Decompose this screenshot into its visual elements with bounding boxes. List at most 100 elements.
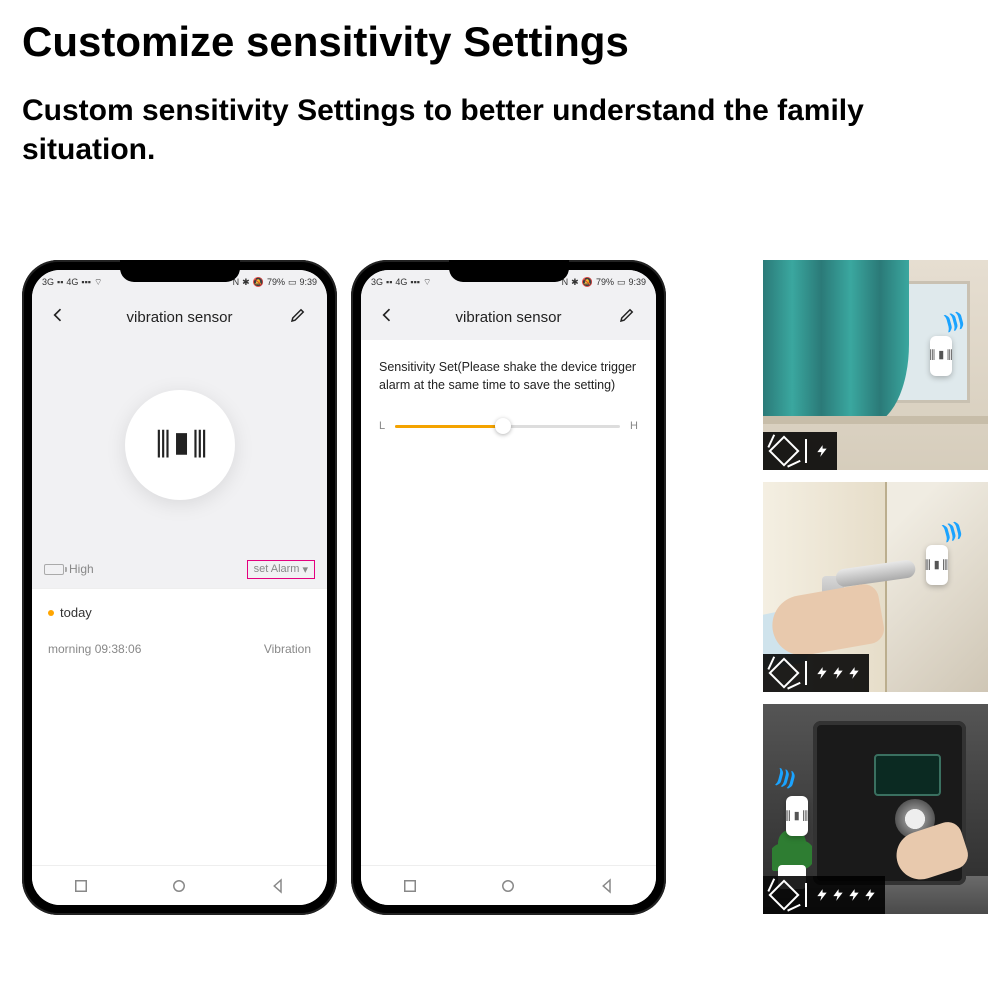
signal-waves-icon: ⦘⦘⦘: [941, 518, 964, 543]
sensor-device-icon: ⦀▮⦀: [930, 336, 952, 376]
event-log: today morning 09:38:06 Vibration: [32, 588, 327, 865]
slider-track[interactable]: [395, 425, 620, 428]
sensitivity-slider[interactable]: L H: [379, 420, 638, 432]
clock: 9:39: [299, 277, 317, 287]
bolt-group: [815, 440, 829, 462]
phone-notch: [449, 260, 569, 282]
status-signal-1: ▪▪: [386, 277, 392, 287]
scenario-door: ⦀▮⦀ ⦘⦘⦘: [763, 482, 988, 692]
battery-icon: [44, 564, 64, 575]
battery-status-icon: ▭: [617, 277, 626, 288]
status-signal-2: ▪▪▪: [410, 277, 420, 287]
app-header: vibration sensor: [361, 294, 656, 340]
log-row: morning 09:38:06 Vibration: [32, 628, 327, 670]
status-signal-1: ▪▪: [57, 277, 63, 287]
bolt-icon: [831, 662, 845, 684]
slider-high-label: H: [630, 420, 638, 432]
phone-screen-1: 3G ▪▪ 4G ▪▪▪ ⌔ N ✱ 🔕 79% ▭ 9:39: [32, 270, 327, 905]
android-nav-bar: [32, 865, 327, 905]
bolt-group: [815, 884, 877, 906]
sensor-status-circle[interactable]: ⦀▮⦀: [125, 390, 235, 500]
phone-mockup-1: 3G ▪▪ 4G ▪▪▪ ⌔ N ✱ 🔕 79% ▭ 9:39: [22, 260, 337, 915]
nav-recent-button[interactable]: [70, 875, 92, 897]
bolt-icon: [815, 884, 829, 906]
app-title: vibration sensor: [70, 309, 289, 326]
slider-low-label: L: [379, 420, 385, 432]
chevron-down-icon: ▾: [302, 563, 308, 576]
nav-recent-button[interactable]: [399, 875, 421, 897]
log-time: morning 09:38:06: [48, 642, 141, 656]
battery-status-icon: ▭: [288, 277, 297, 288]
app-title: vibration sensor: [399, 309, 618, 326]
sill-shape: [763, 416, 988, 424]
wifi-icon: ⌔: [94, 277, 102, 288]
back-arrow-icon[interactable]: [377, 305, 399, 330]
sensitivity-panel: Sensitivity Set(Please shake the device …: [361, 340, 656, 865]
bolt-group: [815, 662, 861, 684]
slider-thumb[interactable]: [495, 418, 511, 434]
status-3g: 3G: [42, 277, 54, 287]
nav-back-button[interactable]: [596, 875, 618, 897]
bolt-icon: [815, 440, 829, 462]
status-4g: 4G: [395, 277, 407, 287]
bolt-icon: [815, 662, 829, 684]
info-row: High set Alarm ▾: [32, 550, 327, 588]
nav-home-button[interactable]: [168, 875, 190, 897]
bolt-icon: [847, 884, 861, 906]
bolt-icon: [847, 662, 861, 684]
mute-icon: 🔕: [253, 277, 264, 288]
phone-screen-2: 3G ▪▪ 4G ▪▪▪ ⌔ N ✱ 🔕 79% ▭ 9:39: [361, 270, 656, 905]
back-arrow-icon[interactable]: [48, 305, 70, 330]
intensity-badge: [763, 432, 837, 470]
badge-divider: [805, 439, 807, 463]
nav-back-button[interactable]: [267, 875, 289, 897]
edit-icon[interactable]: [618, 306, 640, 329]
sensor-device-icon: ⦀▮⦀: [786, 796, 808, 836]
today-heading: today: [48, 605, 311, 620]
app-header: vibration sensor: [32, 294, 327, 340]
wifi-icon: ⌔: [423, 277, 431, 288]
bolt-icon: [831, 884, 845, 906]
edit-icon[interactable]: [289, 306, 311, 329]
battery-pct: 79%: [596, 277, 614, 287]
signal-waves-icon: ⦘⦘⦘: [774, 765, 797, 790]
intensity-badge: [763, 654, 869, 692]
battery-level-text: High: [69, 562, 94, 576]
badge-divider: [805, 661, 807, 685]
nav-home-button[interactable]: [497, 875, 519, 897]
log-event: Vibration: [264, 642, 311, 656]
bt-icon: ✱: [242, 277, 250, 288]
scenario-safe: ⦀▮⦀ ⦘⦘⦘: [763, 704, 988, 914]
battery-level: High: [44, 562, 94, 576]
status-3g: 3G: [371, 277, 383, 287]
bolt-icon: [863, 884, 877, 906]
status-4g: 4G: [66, 277, 78, 287]
vibration-badge-icon: [771, 660, 797, 686]
scenario-thumbnails: ⦀▮⦀ ⦘⦘⦘ ⦀▮⦀ ⦘⦘⦘: [763, 260, 988, 915]
page-subheading: Custom sensitivity Settings to better un…: [0, 76, 1000, 169]
sensitivity-instructions: Sensitivity Set(Please shake the device …: [379, 358, 638, 394]
scenario-window: ⦀▮⦀ ⦘⦘⦘: [763, 260, 988, 470]
clock: 9:39: [628, 277, 646, 287]
today-label-text: today: [60, 605, 92, 620]
content-row: 3G ▪▪ 4G ▪▪▪ ⌔ N ✱ 🔕 79% ▭ 9:39: [22, 260, 988, 915]
intensity-badge: [763, 876, 885, 914]
sensor-device-icon: ⦀▮⦀: [926, 545, 948, 585]
bt-icon: ✱: [571, 277, 579, 288]
mute-icon: 🔕: [582, 277, 593, 288]
safe-keypad-shape: [874, 754, 941, 797]
status-signal-2: ▪▪▪: [81, 277, 91, 287]
set-alarm-label: set Alarm: [254, 563, 300, 575]
android-nav-bar: [361, 865, 656, 905]
today-dot-icon: [48, 610, 54, 616]
curtain-shape: [763, 260, 909, 424]
phone-mockup-2: 3G ▪▪ 4G ▪▪▪ ⌔ N ✱ 🔕 79% ▭ 9:39: [351, 260, 666, 915]
vibration-icon: ⦀▮⦀: [155, 424, 203, 467]
vibration-badge-icon: [771, 438, 797, 464]
page-heading: Customize sensitivity Settings: [0, 0, 1000, 76]
sensor-status-area: ⦀▮⦀: [32, 340, 327, 550]
vibration-badge-icon: [771, 882, 797, 908]
battery-pct: 79%: [267, 277, 285, 287]
set-alarm-button[interactable]: set Alarm ▾: [247, 560, 315, 579]
badge-divider: [805, 883, 807, 907]
